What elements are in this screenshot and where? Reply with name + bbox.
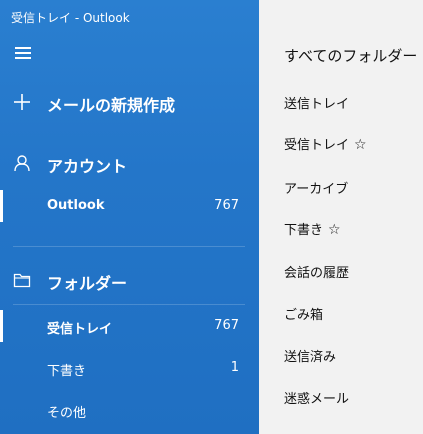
folder-item-label: 送信トレイ — [284, 97, 350, 112]
selection-indicator — [0, 190, 3, 222]
folder-item-label: 迷惑メール — [284, 392, 350, 407]
divider — [13, 246, 245, 247]
folder-item-drafts[interactable]: 下書き ☆ — [284, 219, 341, 238]
sidebar-folder-inbox[interactable]: 受信トレイ 767 — [0, 308, 259, 344]
folders-header[interactable]: フォルダー — [0, 262, 259, 298]
folder-icon — [13, 273, 31, 288]
window-title: 受信トレイ - Outlook — [11, 11, 130, 25]
new-mail-label: メールの新規作成 — [47, 96, 176, 115]
folder-item-junk[interactable]: 迷惑メール — [284, 388, 349, 407]
folder-label: 受信トレイ — [47, 322, 113, 337]
folder-item-label: アーカイブ — [284, 182, 349, 197]
star-icon[interactable]: ☆ — [354, 137, 367, 153]
account-item-outlook[interactable]: Outlook 767 — [0, 188, 259, 224]
navigation-pane: 受信トレイ - Outlook メールの新規作成 アカウント Outlook 7… — [0, 0, 259, 434]
new-mail-button[interactable]: メールの新規作成 — [0, 84, 259, 120]
folder-item-archive[interactable]: アーカイブ — [284, 178, 348, 197]
accounts-label: アカウント — [47, 157, 128, 176]
person-icon — [14, 155, 30, 172]
folder-item-inbox[interactable]: 受信トレイ ☆ — [284, 134, 367, 153]
folder-label: 下書き — [47, 364, 87, 379]
folder-item-label: 会話の履歴 — [284, 266, 350, 281]
all-folders-pane: すべてのフォルダー 送信トレイ 受信トレイ ☆ アーカイブ 下書き ☆ 会話の履歴 … — [259, 0, 423, 434]
folder-item-count: 1 — [230, 360, 239, 375]
folder-item-deleted[interactable]: ごみ箱 — [284, 304, 323, 323]
folder-item-label: 下書き — [284, 223, 324, 238]
folder-item-label: ごみ箱 — [284, 308, 324, 323]
star-icon[interactable]: ☆ — [328, 222, 341, 238]
account-unread-count: 767 — [214, 198, 239, 213]
folder-item-sent[interactable]: 送信済み — [284, 346, 336, 365]
hamburger-icon[interactable] — [15, 46, 31, 60]
folder-item-label: 送信済み — [284, 350, 337, 365]
folder-unread-count: 767 — [214, 318, 239, 333]
selection-indicator — [0, 310, 3, 342]
folder-item-conversation-history[interactable]: 会話の履歴 — [284, 262, 349, 281]
outlook-window: 受信トレイ - Outlook メールの新規作成 アカウント Outlook 7… — [0, 0, 423, 434]
folder-label: その他 — [47, 406, 87, 421]
accounts-header[interactable]: アカウント — [0, 145, 259, 181]
divider — [13, 304, 245, 305]
sidebar-folder-other[interactable]: その他 — [0, 392, 259, 428]
all-folders-title: すべてのフォルダー — [284, 47, 418, 65]
sidebar-folder-drafts[interactable]: 下書き 1 — [0, 350, 259, 386]
folder-item-label: 受信トレイ — [284, 138, 350, 153]
folder-item-outbox[interactable]: 送信トレイ — [284, 93, 349, 112]
plus-icon — [14, 94, 30, 110]
folders-label: フォルダー — [47, 274, 128, 293]
account-item-label: Outlook — [47, 198, 105, 213]
